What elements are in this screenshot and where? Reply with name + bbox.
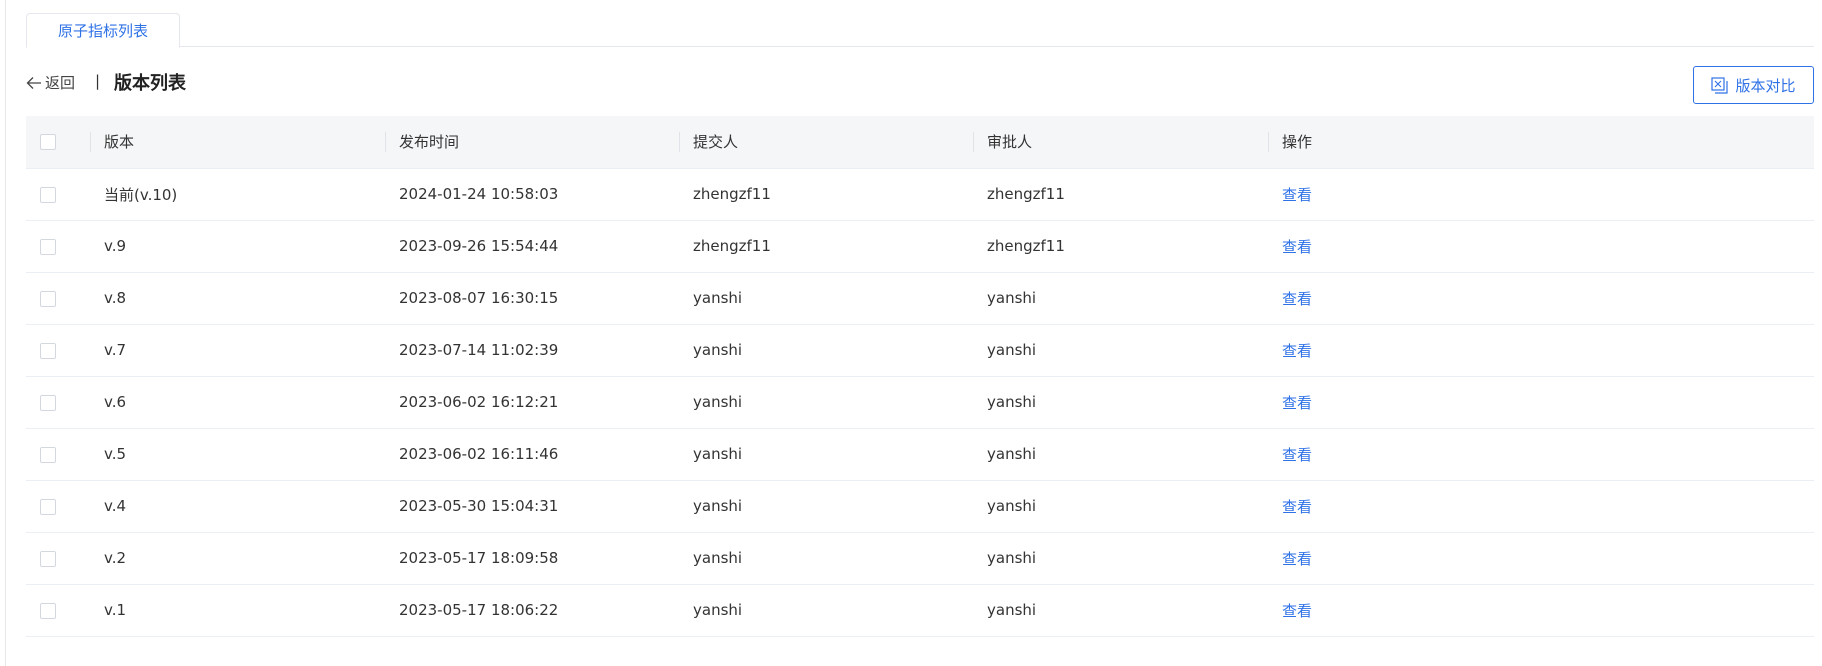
page-title: 版本列表 [114,73,186,94]
compare-label: 版本对比 [1735,76,1796,95]
table-row: v.6 2023-06-02 16:12:21 yanshi yanshi 查看 [26,376,1814,429]
page: 原子指标列表 返回 | 版本列表 版本对比 版本 发布时间 提交人 审批人 操作… [0,0,1822,666]
row-checkbox[interactable] [40,186,56,203]
cell-release-time: 2024-01-24 10:58:03 [385,168,679,221]
column-header-approver: 审批人 [973,116,1268,169]
table-row: v.5 2023-06-02 16:11:46 yanshi yanshi 查看 [26,428,1814,481]
cell-approver: yanshi [973,428,1268,481]
cell-submitter: yanshi [679,376,973,429]
row-checkbox[interactable] [40,602,56,619]
cell-release-time: 2023-05-17 18:06:22 [385,584,679,637]
cell-approver: yanshi [973,532,1268,585]
cell-version: v.5 [90,428,385,481]
view-link[interactable]: 查看 [1282,394,1312,412]
cell-version: v.6 [90,376,385,429]
cell-approver: yanshi [973,376,1268,429]
cell-approver: yanshi [973,324,1268,377]
table-row: v.9 2023-09-26 15:54:44 zhengzf11 zhengz… [26,220,1814,273]
cell-approver: yanshi [973,480,1268,533]
version-compare-button[interactable]: 版本对比 [1693,66,1814,104]
select-all-checkbox[interactable] [40,134,56,151]
back-label: 返回 [45,74,76,92]
row-checkbox[interactable] [40,446,56,463]
row-checkbox[interactable] [40,342,56,359]
header-separator: | [95,72,101,90]
page-header: 返回 | 版本列表 版本对比 [26,66,1814,106]
cell-approver: zhengzf11 [973,168,1268,221]
cell-approver: yanshi [973,272,1268,325]
arrow-left-icon [26,76,41,89]
cell-release-time: 2023-05-30 15:04:31 [385,480,679,533]
table-row: v.2 2023-05-17 18:09:58 yanshi yanshi 查看 [26,532,1814,585]
row-checkbox[interactable] [40,498,56,515]
cell-version: v.1 [90,584,385,637]
cell-version: v.4 [90,480,385,533]
tab-bar: 原子指标列表 [26,13,1814,48]
table-row: 当前(v.10) 2024-01-24 10:58:03 zhengzf11 z… [26,168,1814,221]
cell-submitter: yanshi [679,480,973,533]
table-row: v.7 2023-07-14 11:02:39 yanshi yanshi 查看 [26,324,1814,377]
cell-submitter: yanshi [679,324,973,377]
view-link[interactable]: 查看 [1282,238,1312,256]
column-header-release-time: 发布时间 [385,116,679,169]
row-checkbox[interactable] [40,394,56,411]
column-header-actions: 操作 [1268,116,1814,169]
cell-release-time: 2023-06-02 16:12:21 [385,376,679,429]
cell-submitter: yanshi [679,584,973,637]
view-link[interactable]: 查看 [1282,446,1312,464]
cell-version: v.2 [90,532,385,585]
cell-version: 当前(v.10) [90,168,385,221]
cell-submitter: zhengzf11 [679,220,973,273]
row-checkbox[interactable] [40,290,56,307]
row-checkbox[interactable] [40,238,56,255]
version-table: 版本 发布时间 提交人 审批人 操作 当前(v.10) 2024-01-24 1… [26,116,1814,637]
column-header-version: 版本 [90,116,385,169]
row-checkbox[interactable] [40,550,56,567]
back-button[interactable]: 返回 [26,72,75,93]
select-all-cell [26,116,90,169]
table-row: v.4 2023-05-30 15:04:31 yanshi yanshi 查看 [26,480,1814,533]
cell-release-time: 2023-05-17 18:09:58 [385,532,679,585]
view-link[interactable]: 查看 [1282,290,1312,308]
cell-release-time: 2023-09-26 15:54:44 [385,220,679,273]
cell-submitter: yanshi [679,272,973,325]
cell-version: v.9 [90,220,385,273]
cell-approver: yanshi [973,584,1268,637]
cell-submitter: yanshi [679,428,973,481]
cell-release-time: 2023-06-02 16:11:46 [385,428,679,481]
cell-submitter: zhengzf11 [679,168,973,221]
column-header-submitter: 提交人 [679,116,973,169]
cell-release-time: 2023-08-07 16:30:15 [385,272,679,325]
table-header-row: 版本 发布时间 提交人 审批人 操作 [26,116,1814,169]
cell-submitter: yanshi [679,532,973,585]
compare-icon [1711,76,1729,94]
tab-atomic-indicator-list[interactable]: 原子指标列表 [26,13,180,48]
view-link[interactable]: 查看 [1282,186,1312,204]
table-row: v.1 2023-05-17 18:06:22 yanshi yanshi 查看 [26,584,1814,637]
view-link[interactable]: 查看 [1282,602,1312,620]
cell-version: v.8 [90,272,385,325]
view-link[interactable]: 查看 [1282,550,1312,568]
view-link[interactable]: 查看 [1282,498,1312,516]
view-link[interactable]: 查看 [1282,342,1312,360]
table-row: v.8 2023-08-07 16:30:15 yanshi yanshi 查看 [26,272,1814,325]
cell-release-time: 2023-07-14 11:02:39 [385,324,679,377]
cell-version: v.7 [90,324,385,377]
cell-approver: zhengzf11 [973,220,1268,273]
left-divider [5,0,6,666]
